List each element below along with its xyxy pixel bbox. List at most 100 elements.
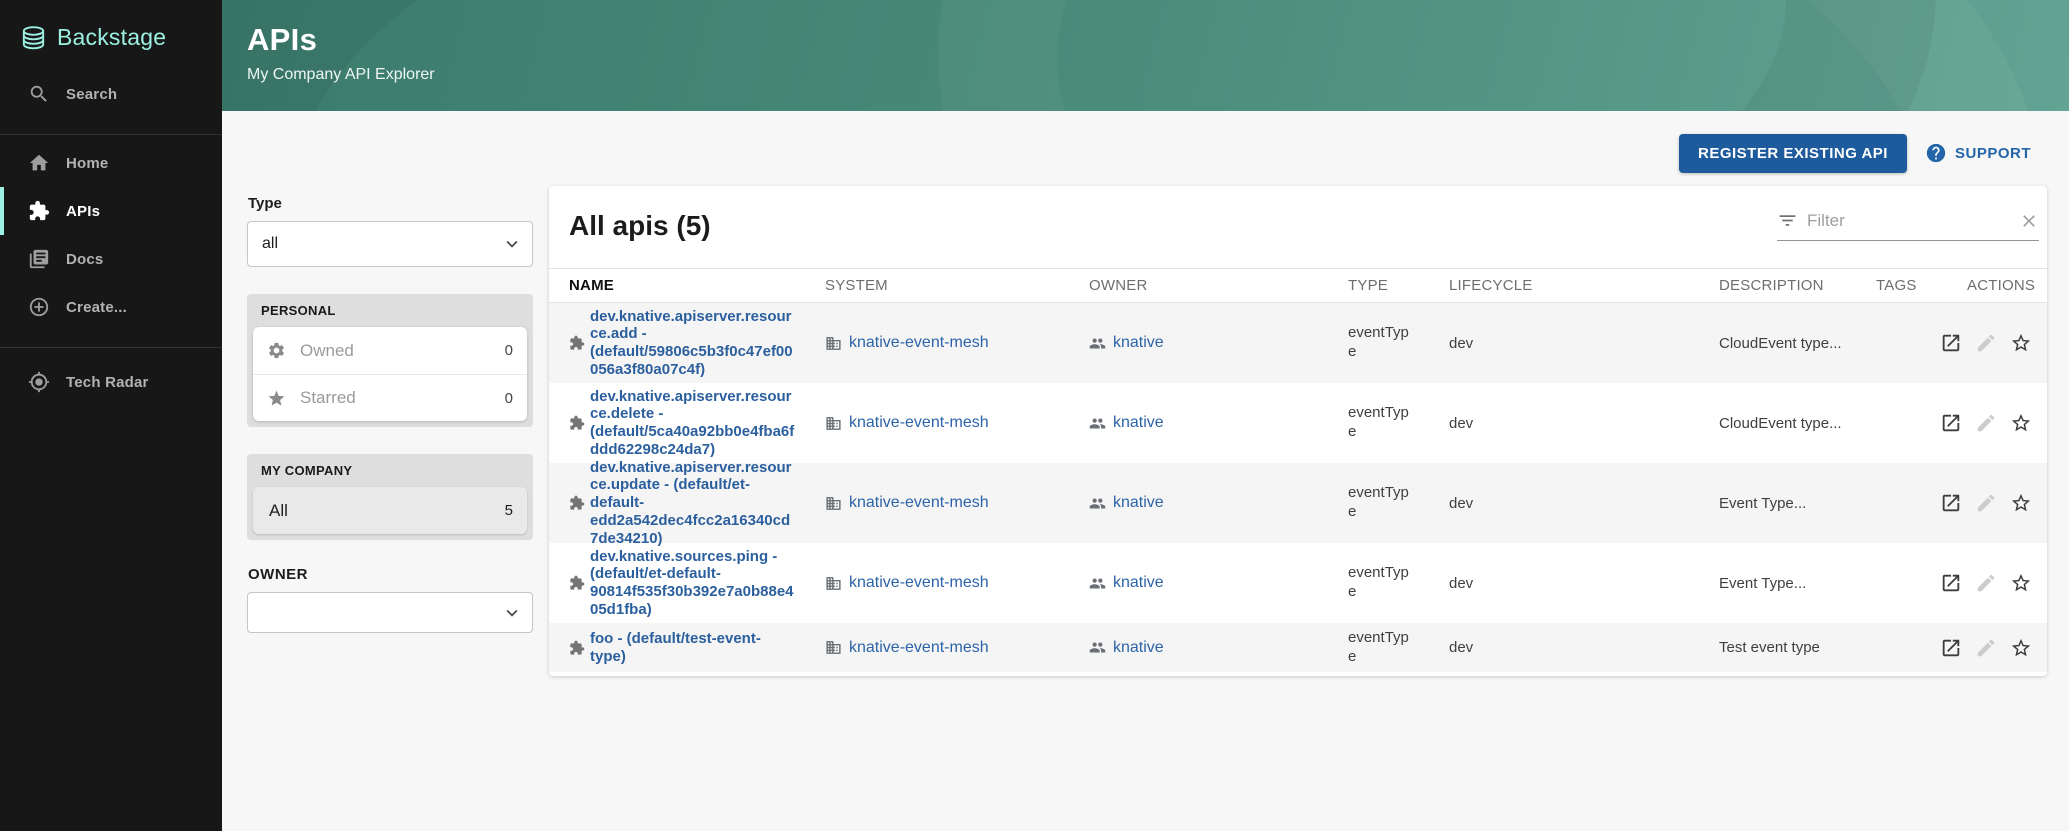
system-link[interactable]: knative-event-mesh: [825, 639, 989, 657]
owner-filter-select[interactable]: [247, 592, 533, 633]
table-row: foo - (default/test-event-type) knative-…: [549, 623, 2047, 672]
add-circle-icon: [28, 296, 50, 318]
owner-link[interactable]: knative: [1089, 494, 1164, 512]
sidebar-item-create[interactable]: Create...: [0, 283, 222, 331]
edit-icon[interactable]: [1971, 633, 2001, 663]
filter-item-owned[interactable]: Owned 0: [253, 327, 527, 374]
type-filter-select[interactable]: all: [247, 221, 533, 267]
column-header-lifecycle[interactable]: LIFECYCLE: [1449, 269, 1533, 302]
api-name-link[interactable]: dev.knative.sources.ping - (default/et-d…: [590, 548, 795, 619]
sidebar-item-label: Search: [66, 86, 117, 103]
star-icon: [267, 389, 286, 408]
sidebar-item-docs[interactable]: Docs: [0, 235, 222, 283]
column-header-system[interactable]: SYSTEM: [825, 269, 888, 302]
name-cell: dev.knative.apiserver.resource.delete - …: [569, 383, 795, 463]
table-row: dev.knative.apiserver.resource.update - …: [549, 463, 2047, 543]
type-filter-label: Type: [248, 195, 533, 212]
system-link-label: knative-event-mesh: [849, 414, 989, 432]
star-border-icon[interactable]: [2006, 328, 2036, 358]
type-filter-value: all: [262, 235, 278, 253]
owner-cell: knative: [1089, 543, 1164, 623]
actions-cell: [1936, 543, 2036, 623]
backstage-logo-text: Backstage: [57, 24, 166, 51]
type-cell: eventType: [1348, 543, 1418, 623]
api-name-link[interactable]: dev.knative.apiserver.resource.update - …: [590, 459, 795, 547]
owner-link[interactable]: knative: [1089, 414, 1164, 432]
sidebar-item-home[interactable]: Home: [0, 139, 222, 187]
chevron-down-icon: [501, 602, 523, 624]
table-body: dev.knative.apiserver.resource.add - (de…: [549, 303, 2047, 672]
system-link[interactable]: knative-event-mesh: [825, 494, 989, 512]
owner-cell: knative: [1089, 303, 1164, 383]
table-filter-input[interactable]: [1807, 211, 2019, 231]
column-header-tags[interactable]: TAGS: [1876, 269, 1917, 302]
domain-icon: [825, 335, 842, 352]
view-api-button[interactable]: [1936, 488, 1966, 518]
group-icon: [1089, 335, 1106, 352]
description-cell: CloudEvent type...: [1719, 303, 1871, 383]
register-existing-api-button[interactable]: REGISTER EXISTING API: [1679, 134, 1907, 173]
table-filter: [1777, 210, 2039, 241]
edit-icon[interactable]: [1971, 408, 2001, 438]
view-api-button[interactable]: [1936, 568, 1966, 598]
table-row: dev.knative.apiserver.resource.delete - …: [549, 383, 2047, 463]
table-row: dev.knative.sources.ping - (default/et-d…: [549, 543, 2047, 623]
personal-group-label: PERSONAL: [261, 303, 527, 318]
api-name-link[interactable]: dev.knative.apiserver.resource.add - (de…: [590, 308, 795, 379]
group-icon: [1089, 495, 1106, 512]
filter-item-all[interactable]: All 5: [253, 487, 527, 534]
puzzle-icon: [28, 200, 50, 222]
star-border-icon[interactable]: [2006, 568, 2036, 598]
column-header-name[interactable]: NAME: [569, 269, 614, 302]
system-link[interactable]: knative-event-mesh: [825, 334, 989, 352]
group-icon: [1089, 575, 1106, 592]
star-border-icon[interactable]: [2006, 408, 2036, 438]
lifecycle-cell: dev: [1449, 463, 1473, 543]
group-icon: [1089, 639, 1106, 656]
api-name-link[interactable]: dev.knative.apiserver.resource.delete - …: [590, 388, 795, 459]
filters-panel: Type all PERSONAL Owned 0 Starred 0: [247, 195, 533, 633]
system-link[interactable]: knative-event-mesh: [825, 574, 989, 592]
owner-link[interactable]: knative: [1089, 334, 1164, 352]
star-border-icon[interactable]: [2006, 488, 2036, 518]
owner-link[interactable]: knative: [1089, 639, 1164, 657]
api-kind-icon: [569, 640, 585, 656]
clear-filter-icon[interactable]: [2019, 211, 2039, 231]
api-name-link[interactable]: foo - (default/test-event-type): [590, 630, 795, 665]
view-api-button[interactable]: [1936, 328, 1966, 358]
edit-icon[interactable]: [1971, 568, 2001, 598]
name-cell: dev.knative.apiserver.resource.update - …: [569, 463, 795, 543]
api-kind-icon: [569, 415, 585, 431]
edit-icon[interactable]: [1971, 488, 2001, 518]
filter-item-starred[interactable]: Starred 0: [253, 374, 527, 421]
page-title: APIs: [247, 22, 317, 58]
view-api-button[interactable]: [1936, 633, 1966, 663]
name-cell: foo - (default/test-event-type): [569, 623, 795, 672]
owner-link-label: knative: [1113, 494, 1164, 512]
sidebar-item-apis[interactable]: APIs: [0, 187, 222, 235]
star-border-icon[interactable]: [2006, 633, 2036, 663]
column-header-description[interactable]: DESCRIPTION: [1719, 269, 1824, 302]
radar-icon: [28, 371, 50, 393]
system-cell: knative-event-mesh: [825, 463, 989, 543]
system-link[interactable]: knative-event-mesh: [825, 414, 989, 432]
owner-link[interactable]: knative: [1089, 574, 1164, 592]
table-column-headers: NAME SYSTEM OWNER TYPE LIFECYCLE DESCRIP…: [549, 268, 2047, 303]
column-header-owner[interactable]: OWNER: [1089, 269, 1148, 302]
description-cell: CloudEvent type...: [1719, 383, 1871, 463]
edit-icon[interactable]: [1971, 328, 2001, 358]
description-cell: Event Type...: [1719, 543, 1871, 623]
view-api-button[interactable]: [1936, 408, 1966, 438]
system-link-label: knative-event-mesh: [849, 494, 989, 512]
sidebar-item-search[interactable]: Search: [0, 70, 222, 118]
sidebar: Backstage Search Home APIs Docs Create..…: [0, 0, 222, 831]
support-button[interactable]: SUPPORT: [1925, 142, 2031, 164]
owner-cell: knative: [1089, 623, 1164, 672]
backstage-logo[interactable]: Backstage: [20, 14, 166, 60]
filter-item-label: Owned: [300, 341, 505, 361]
api-table-card: All apis (5) NAME SYSTEM OWNER TYPE LIFE…: [549, 186, 2047, 676]
column-header-type[interactable]: TYPE: [1348, 269, 1388, 302]
name-cell: dev.knative.apiserver.resource.add - (de…: [569, 303, 795, 383]
sidebar-item-tech-radar[interactable]: Tech Radar: [0, 358, 222, 406]
system-link-label: knative-event-mesh: [849, 574, 989, 592]
